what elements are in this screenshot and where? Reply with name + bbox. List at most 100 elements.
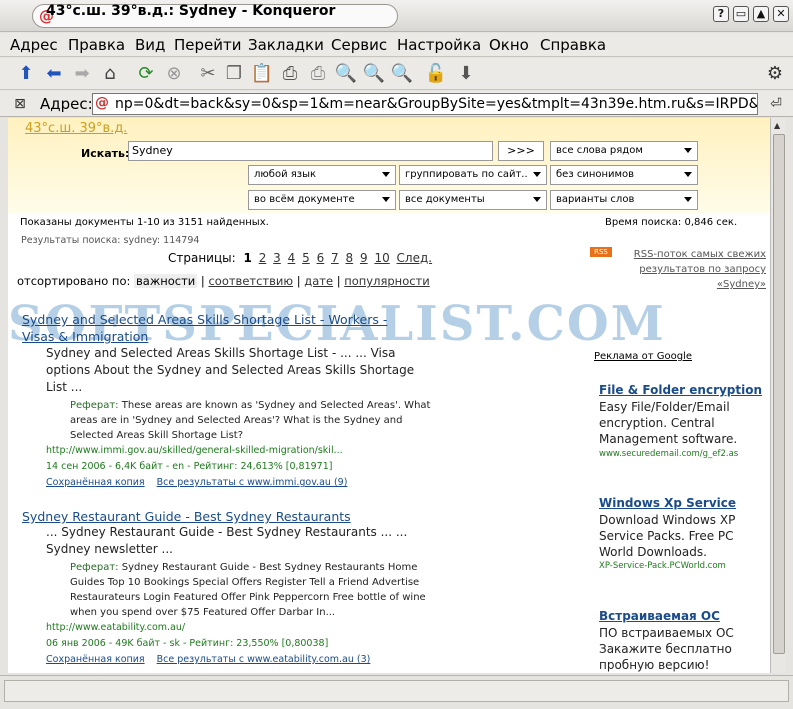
- menu-address[interactable]: Адрес: [10, 36, 58, 54]
- scroll-up-icon[interactable]: ▲: [774, 121, 780, 130]
- close-button[interactable]: ✕: [773, 6, 789, 22]
- forward-arrow-icon[interactable]: ➡: [70, 62, 94, 86]
- chevron-down-icon: [533, 172, 541, 177]
- go-icon[interactable]: ⏎: [764, 92, 788, 116]
- select-synonyms[interactable]: без синонимов: [550, 165, 698, 185]
- title-bar: @ 43°с.ш. 39°в.д.: Sydney - Konqueror ? …: [0, 0, 793, 32]
- menu-bookmarks[interactable]: Закладки: [248, 36, 324, 54]
- konqueror-window: @ 43°с.ш. 39°в.д.: Sydney - Konqueror ? …: [0, 0, 793, 709]
- ad-title[interactable]: Windows Xp Service: [599, 496, 736, 510]
- menu-bar: Адрес Правка Вид Перейти Закладки Сервис…: [0, 33, 793, 57]
- ad-title[interactable]: Встраиваемая ОС: [599, 609, 720, 623]
- select-documents[interactable]: все документы: [399, 190, 547, 210]
- location-bar: ⊠ Адрес: @ np=0&dt=back&sy=0&sp=1&m=near…: [0, 91, 793, 117]
- download-icon[interactable]: ⬇: [454, 62, 478, 86]
- page-link[interactable]: 9: [360, 251, 368, 265]
- menu-view[interactable]: Вид: [135, 36, 165, 54]
- result-title[interactable]: Sydney Restaurant Guide - Best Sydney Re…: [22, 509, 351, 524]
- reload-icon[interactable]: ⟳: [134, 62, 158, 86]
- menu-edit[interactable]: Правка: [68, 36, 125, 54]
- pagination: Страницы: 1 2 3 4 5 6 7 8 9 10 След.: [168, 251, 432, 265]
- coord-link[interactable]: 43°с.ш. 39°в.д.: [25, 121, 127, 136]
- page-link[interactable]: 4: [288, 251, 296, 265]
- page-link[interactable]: 3: [273, 251, 281, 265]
- search-header: 43°с.ш. 39°в.д. Искать: Sydney >>> все с…: [8, 118, 770, 213]
- sort-popularity[interactable]: популярности: [344, 274, 430, 288]
- back-arrow-icon[interactable]: ⬅: [42, 62, 66, 86]
- result-url: http://www.immi.gov.au/skilled/general-s…: [46, 445, 343, 456]
- gear-icon[interactable]: ⚙: [763, 62, 787, 86]
- zoom-icon[interactable]: 🔍: [334, 62, 358, 86]
- vertical-scrollbar[interactable]: ▲: [770, 118, 786, 673]
- print-icon[interactable]: ⎙: [278, 62, 302, 86]
- menu-help[interactable]: Справка: [540, 36, 606, 54]
- clear-location-icon[interactable]: ⊠: [8, 92, 32, 116]
- select-scope[interactable]: во всём документе: [248, 190, 396, 210]
- rss-link[interactable]: RSS-поток самых свежих результатов по зап…: [618, 247, 766, 292]
- chevron-down-icon: [382, 172, 390, 177]
- site-results-link[interactable]: Все результаты с www.immi.gov.au (9): [157, 477, 348, 488]
- select-language[interactable]: любой язык: [248, 165, 396, 185]
- url-input[interactable]: @ np=0&dt=back&sy=0&sp=1&m=near&GroupByS…: [92, 93, 758, 115]
- up-arrow-icon[interactable]: ⬆: [14, 62, 38, 86]
- minimize-button[interactable]: ▭: [733, 6, 749, 22]
- sort-importance: важности: [134, 274, 198, 288]
- results-summary: Результаты поиска: sydney: 114794: [21, 235, 200, 246]
- copy-icon[interactable]: ❐: [222, 62, 246, 86]
- menu-tools[interactable]: Сервис: [331, 36, 387, 54]
- result-snippet: ... Sydney Restaurant Guide - Best Sydne…: [46, 525, 408, 556]
- cached-copy-link[interactable]: Сохранённая копия: [46, 477, 145, 488]
- chevron-down-icon: [684, 148, 692, 153]
- status-bar: [0, 675, 793, 709]
- ad-url[interactable]: www.securedemail.com/g_ef2.as: [599, 449, 738, 459]
- web-page: 43°с.ш. 39°в.д. Искать: Sydney >>> все с…: [8, 118, 770, 673]
- ad-title[interactable]: File & Folder encryption: [599, 383, 762, 397]
- select-grouping[interactable]: группировать по сайт..: [399, 165, 547, 185]
- select-word-proximity[interactable]: все слова рядом: [550, 141, 698, 161]
- page-link[interactable]: 6: [317, 251, 325, 265]
- page-link[interactable]: 5: [302, 251, 310, 265]
- security-lock-icon[interactable]: 🔓: [424, 62, 448, 86]
- paste-icon[interactable]: 📋: [250, 62, 274, 86]
- sort-relevance[interactable]: соответствию: [208, 274, 293, 288]
- zoom-out-icon[interactable]: 🔍: [390, 62, 414, 86]
- site-results-link[interactable]: Все результаты с www.eatability.com.au (…: [157, 654, 371, 665]
- cut-icon[interactable]: ✂: [196, 62, 220, 86]
- result-links: Сохранённая копия Все результаты с www.im…: [46, 477, 359, 488]
- menu-window[interactable]: Окно: [489, 36, 529, 54]
- result-meta: 14 сен 2006 - 6,4K байт - en - Рейтинг: …: [46, 461, 333, 472]
- ads-header[interactable]: Реклама от Google: [594, 351, 692, 362]
- rss-icon[interactable]: RSS: [590, 247, 612, 257]
- ad-url[interactable]: XP-Service-Pack.PCWorld.com: [599, 561, 726, 571]
- scroll-thumb[interactable]: [773, 134, 785, 654]
- page-link[interactable]: 8: [346, 251, 354, 265]
- zoom-in-icon[interactable]: 🔍: [362, 62, 386, 86]
- result-links: Сохранённая копия Все результаты с www.ea…: [46, 654, 382, 665]
- status-text: [4, 680, 789, 702]
- result-title[interactable]: Visas & Immigration: [22, 329, 148, 344]
- page-link[interactable]: 2: [259, 251, 267, 265]
- result-title[interactable]: Sydney and Selected Areas Skills Shortag…: [22, 312, 387, 327]
- menu-go[interactable]: Перейти: [174, 36, 242, 54]
- sort-options: отсортировано по: важности | соответстви…: [17, 274, 430, 288]
- help-button[interactable]: ?: [713, 6, 729, 22]
- cached-copy-link[interactable]: Сохранённая копия: [46, 654, 145, 665]
- chevron-down-icon: [684, 172, 692, 177]
- home-icon[interactable]: ⌂: [98, 62, 122, 86]
- search-submit-button[interactable]: >>>: [498, 141, 544, 161]
- print-frame-icon[interactable]: ⎙: [306, 62, 330, 86]
- sort-date[interactable]: дате: [304, 274, 333, 288]
- search-input[interactable]: Sydney: [128, 141, 493, 161]
- results-count: Показаны документы 1-10 из 3151 найденны…: [20, 217, 269, 228]
- maximize-button[interactable]: ▲: [753, 6, 769, 22]
- page-link[interactable]: 10: [374, 251, 389, 265]
- result-meta: 06 янв 2006 - 49K байт - sk - Рейтинг: 2…: [46, 638, 329, 649]
- url-value[interactable]: np=0&dt=back&sy=0&sp=1&m=near&GroupBySit…: [115, 96, 757, 112]
- next-page-link[interactable]: След.: [397, 251, 433, 265]
- search-time: Время поиска: 0,846 сек.: [605, 217, 738, 228]
- chevron-down-icon: [533, 197, 541, 202]
- stop-icon[interactable]: ⊗: [162, 62, 186, 86]
- select-word-forms[interactable]: варианты слов: [550, 190, 698, 210]
- menu-settings[interactable]: Настройка: [397, 36, 481, 54]
- page-link[interactable]: 7: [331, 251, 339, 265]
